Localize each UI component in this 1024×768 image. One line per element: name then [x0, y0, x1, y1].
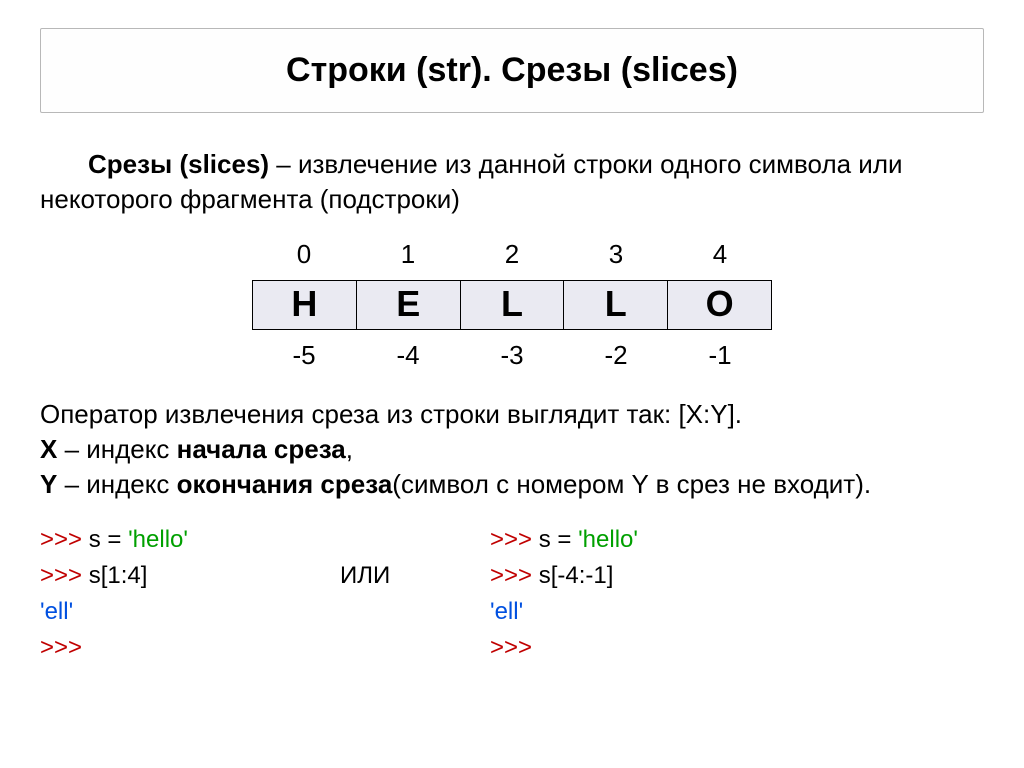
operator-description: Оператор извлечения среза из строки выгл… [40, 397, 984, 502]
idx-top: 3 [564, 235, 668, 274]
idx-bottom: -4 [356, 336, 460, 375]
letter-cell: E [357, 281, 461, 329]
idx-bottom: -5 [252, 336, 356, 375]
idx-bottom: -1 [668, 336, 772, 375]
idx-top: 4 [668, 235, 772, 274]
letter-cell: H [253, 281, 357, 329]
op-line1: Оператор извлечения среза из строки выгл… [40, 397, 984, 432]
op-line2: X – индекс начала среза, [40, 432, 984, 467]
index-row-positive: 0 1 2 3 4 [252, 235, 772, 274]
letter-cell: L [461, 281, 565, 329]
title-box: Строки (str). Срезы (slices) [40, 28, 984, 113]
letter-row: H E L L O [252, 280, 772, 330]
op-line3: Y – индекс окончания среза(символ с номе… [40, 467, 984, 502]
code-examples: >>> s = 'hello' >>> s[1:4] 'ell' >>> ИЛИ… [40, 522, 984, 666]
idx-top: 2 [460, 235, 564, 274]
idx-bottom: -2 [564, 336, 668, 375]
idx-bottom: -3 [460, 336, 564, 375]
code-right: >>> s = 'hello' >>> s[-4:-1] 'ell' >>> [490, 522, 790, 666]
index-row-negative: -5 -4 -3 -2 -1 [252, 336, 772, 375]
intro-paragraph: Срезы (slices) – извлечение из данной ст… [40, 147, 984, 217]
idx-top: 0 [252, 235, 356, 274]
idx-top: 1 [356, 235, 460, 274]
letter-cell: O [668, 281, 771, 329]
intro-term: Срезы (slices) [88, 149, 269, 179]
letter-cell: L [564, 281, 668, 329]
code-mid: ИЛИ [340, 522, 490, 666]
code-left: >>> s = 'hello' >>> s[1:4] 'ell' >>> [40, 522, 340, 666]
page-title: Строки (str). Срезы (slices) [51, 51, 973, 90]
index-diagram: 0 1 2 3 4 H E L L O -5 -4 -3 -2 -1 [252, 235, 772, 375]
